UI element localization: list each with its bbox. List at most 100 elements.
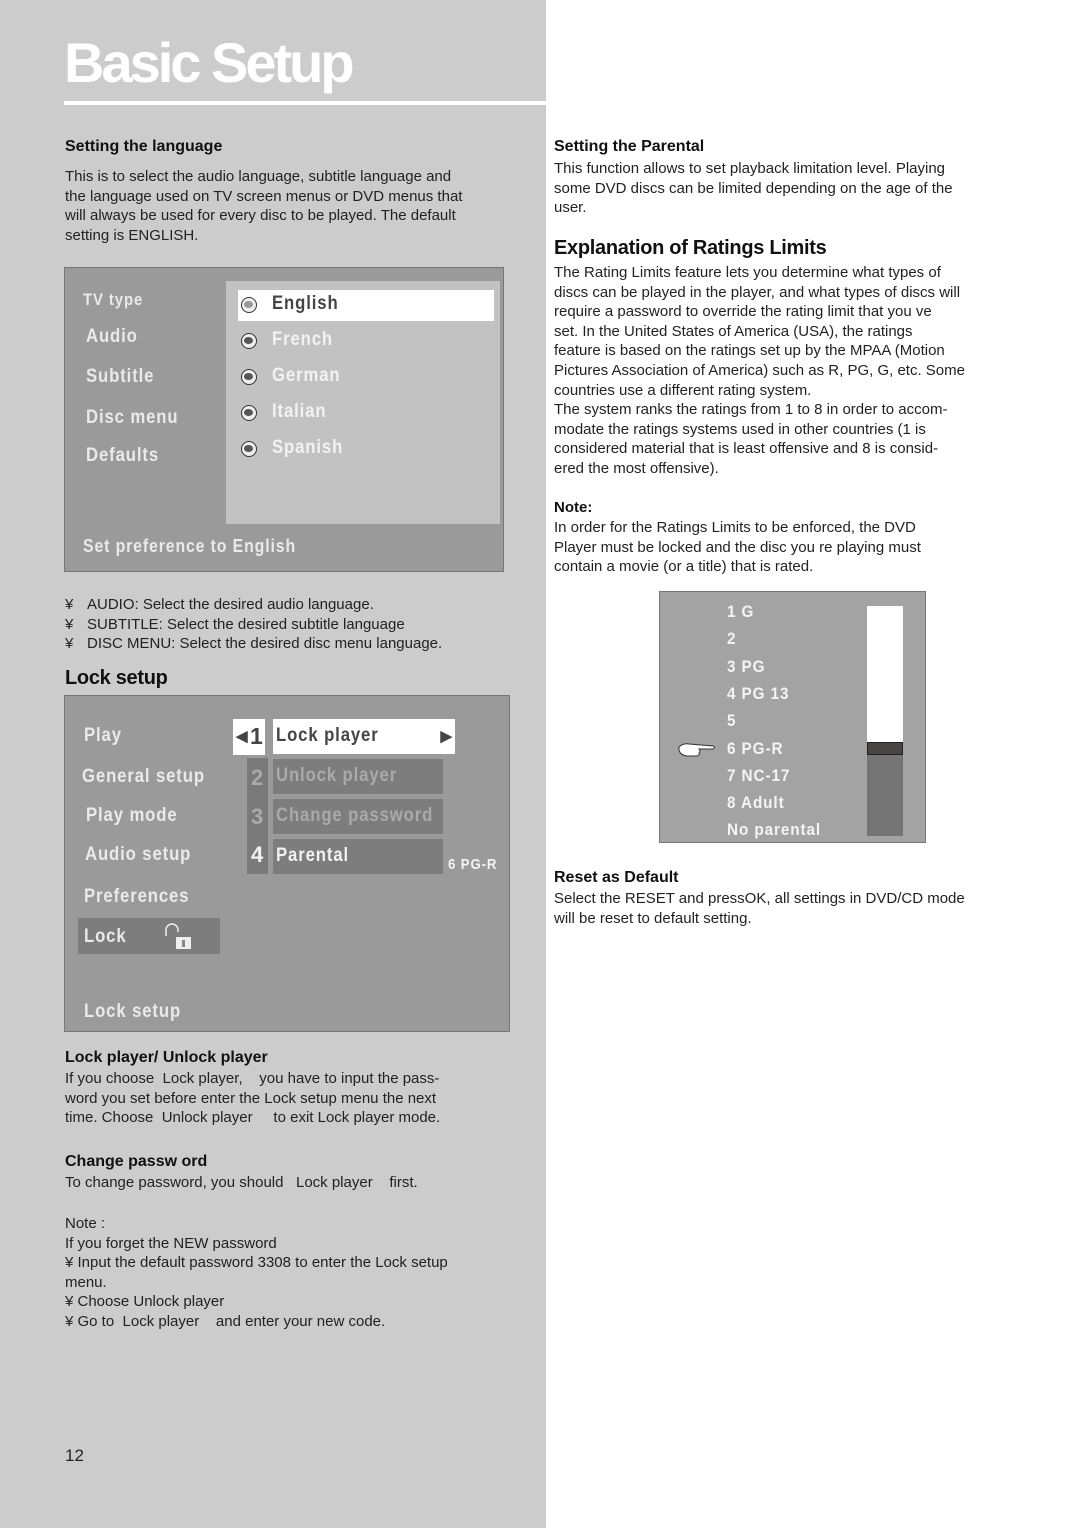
option-label: Spanish [272,437,344,458]
text-line: ¥ Go to Lock player and enter your new c… [65,1312,386,1330]
option-parental[interactable]: Parental [273,839,443,874]
setting-language-body: This is to select the audio language, su… [65,167,462,245]
parental-value: 6 PG-R [448,856,498,873]
rating-level-item[interactable]: 7 NC-17 [727,766,790,786]
option-label: German [272,365,341,386]
setting-parental-heading: Setting the Parental [554,138,705,155]
text-line: will always be used for every disc to be… [65,207,456,225]
rating-level-item[interactable]: 8 Adult [727,793,785,813]
rating-level-item[interactable]: 5 [727,711,736,731]
lock-player-body: If you choose Lock player, you have to i… [65,1069,440,1128]
text-line: Pictures Association of America) such as… [554,361,965,379]
lock-setup-heading: Lock setup [65,667,168,689]
rating-level-slider[interactable] [867,606,903,836]
text-line: The system ranks the ratings from 1 to 8… [554,401,948,419]
text-line: time. Choose Unlock player to exit Lock … [65,1109,441,1127]
option-unlock-player[interactable]: Unlock player [273,759,443,794]
option-1-number-box: ◀ 1 [233,719,265,755]
option-label: Unlock player [276,765,398,786]
osd-menu-lock[interactable]: Lock [78,918,220,954]
ratings-note-label: Note: [554,499,593,516]
ratings-body: The Rating Limits feature lets you deter… [554,263,965,479]
text-line: discs can be played in the player, and w… [554,283,961,301]
text-line: The Rating Limits feature lets you deter… [554,264,941,281]
rating-level-item[interactable]: 4 PG 13 [727,684,789,704]
rating-level-item[interactable]: 3 PG [727,657,765,677]
arrow-left-icon[interactable]: ◀ [236,727,248,745]
slider-handle[interactable] [867,741,903,755]
rating-level-item[interactable]: 2 [727,629,736,649]
language-option-german[interactable]: German [238,362,494,393]
bullet-item: ¥ SUBTITLE: Select the desired subtitle l… [65,615,405,633]
text-line: setting is ENGLISH. [65,226,199,244]
osd-menu-defaults[interactable]: Defaults [86,445,159,467]
title-divider [64,101,546,105]
option-label: Lock player [276,725,379,746]
text-line: word you set before enter the Lock setup… [65,1089,437,1107]
text-line: Select the RESET and pressOK, all settin… [554,890,965,907]
change-password-note: Note : If you forget the NEW password ¥ … [65,1214,448,1332]
text-line: user. [554,199,587,217]
text-line: will be reset to default setting. [554,909,752,927]
option-label: Italian [272,401,327,422]
text-line: Player must be locked and the disc you r… [554,538,921,556]
unlock-icon [164,922,191,949]
osd-menu-audio-setup[interactable]: Audio setup [85,844,191,866]
osd-menu-subtitle[interactable]: Subtitle [86,366,154,388]
rating-level-item[interactable]: 1 G [727,602,754,622]
language-options-panel: English French German Italian Spanish [226,281,500,524]
option-number: 3 [251,804,264,829]
ratings-heading: Explanation of Ratings Limits [554,237,827,259]
option-label: Change password [276,805,434,826]
radio-icon [241,369,257,385]
text-line: considered material that is least offens… [554,440,939,458]
text-line: This is to select the audio language, su… [65,168,452,185]
text-line: ered the most offensive). [554,459,719,477]
rating-level-item[interactable]: No parental [727,820,821,840]
osd-menu-preferences[interactable]: Preferences [84,886,189,908]
option-number: 1 [250,723,263,749]
ratings-note-body: In order for the Ratings Limits to be en… [554,518,921,577]
text-line: menu. [65,1273,107,1291]
language-option-spanish[interactable]: Spanish [238,434,494,465]
option-label: English [272,293,339,314]
text-line: require a password to override the ratin… [554,303,932,321]
osd-menu-tv-type[interactable]: TV type [83,290,143,310]
option-lock-player[interactable]: Lock player ▶ [273,719,455,754]
option-number: 2 [251,765,264,790]
radio-icon [241,405,257,421]
text-line: If you choose Lock player, you have to i… [65,1070,440,1087]
option-label: Parental [276,845,350,866]
change-password-heading: Change passw ord [65,1153,208,1170]
text-line: To change password, you should Lock play… [65,1174,418,1191]
text-line: countries use a different rating system. [554,381,812,399]
arrow-right-icon[interactable]: ▶ [440,727,453,745]
osd-menu-play-mode[interactable]: Play mode [86,805,178,827]
language-option-french[interactable]: French [238,326,494,357]
change-password-body: To change password, you should Lock play… [65,1173,418,1193]
osd-menu-audio[interactable]: Audio [86,326,138,348]
radio-icon [241,333,257,349]
slider-fill [867,606,903,742]
bullet-item: ¥ AUDIO: Select the desired audio languag… [65,596,374,613]
text-line: If you forget the NEW password [65,1234,277,1252]
rating-level-item[interactable]: 6 PG-R [727,739,783,759]
osd-menu-disc-menu[interactable]: Disc menu [86,407,178,429]
text-line: contain a movie (or a title) that is rat… [554,558,814,576]
language-option-italian[interactable]: Italian [238,398,494,429]
osd-menu-general-setup[interactable]: General setup [82,766,205,788]
text-line: modate the ratings systems used in other… [554,420,926,438]
setting-parental-body: This function allows to set playback lim… [554,159,953,218]
language-option-english[interactable]: English [238,290,494,321]
text-line: ¥ Choose Unlock player [65,1293,225,1311]
option-change-password[interactable]: Change password [273,799,443,834]
language-osd-screen: TV type Audio Subtitle Disc menu Default… [64,267,504,572]
option-number: 4 [251,842,264,867]
osd-status-text: Lock setup [84,1001,182,1022]
note-label: Note : [65,1215,106,1232]
bullet-item: ¥ DISC MENU: Select the desired disc menu… [65,635,443,653]
reset-heading: Reset as Default [554,869,679,886]
text-line: In order for the Ratings Limits to be en… [554,519,916,536]
language-bullets: ¥ AUDIO: Select the desired audio languag… [65,595,442,654]
osd-menu-play[interactable]: Play [84,725,122,747]
